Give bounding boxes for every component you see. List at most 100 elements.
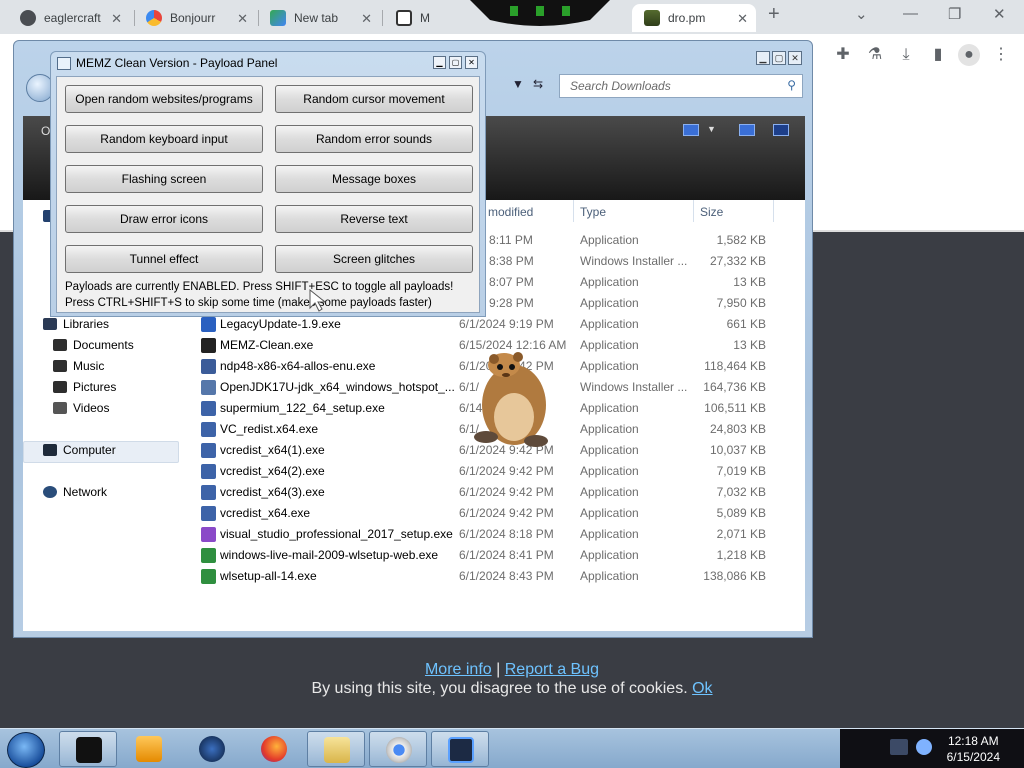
explorer-close-icon[interactable]: ✕ (788, 51, 802, 65)
window-app-icon (57, 57, 71, 70)
taskbar-app-firefox[interactable] (245, 731, 303, 767)
flashing-screen-button[interactable]: Flashing screen (65, 165, 263, 193)
file-row[interactable]: MEMZ-Clean.exe 6/15/2024 12:16 AM Applicat… (13, 335, 813, 356)
help-icon[interactable] (773, 124, 789, 136)
taskbar-app-media-player[interactable] (120, 731, 178, 767)
close-tab-icon[interactable]: ✕ (361, 11, 372, 27)
taskbar-app-explorer[interactable] (307, 731, 365, 767)
file-row[interactable]: visual_studio_professional_2017_setup.ex… (13, 524, 813, 545)
preview-pane-icon[interactable] (739, 124, 755, 136)
search-icon[interactable]: ⚲ (787, 78, 796, 92)
taskbar-app-chrome[interactable] (369, 731, 427, 767)
organize-label[interactable]: O (41, 124, 50, 138)
bonjourr-favicon-icon (146, 10, 162, 26)
taskbar-app-memz[interactable] (431, 731, 489, 767)
file-icon (201, 422, 216, 437)
close-tab-icon[interactable]: ✕ (111, 11, 122, 27)
file-size: 7,032 KB (716, 485, 766, 499)
file-type: Application (580, 464, 639, 478)
view-icon[interactable] (683, 124, 699, 136)
file-date-modified: 6/1/2024 8:18 PM (459, 527, 554, 541)
message-boxes-button[interactable]: Message boxes (275, 165, 473, 193)
file-date-modified: 6/1/2024 9:42 PM (459, 464, 554, 478)
more-info-link[interactable]: More info (425, 661, 492, 678)
draw-error-icons-button[interactable]: Draw error icons (65, 205, 263, 233)
file-row[interactable]: vcredist_x64(1).exe 6/1/2024 9:42 PM Appli… (13, 440, 813, 461)
file-name: VC_redist.x64.exe (220, 422, 319, 436)
file-row[interactable]: vcredist_x64.exe 6/1/2024 9:42 PM Applicat… (13, 503, 813, 524)
close-tab-icon[interactable]: ✕ (737, 11, 748, 27)
tab-bonjourr[interactable]: Bonjourr ✕ (134, 4, 256, 32)
memz-close-icon[interactable]: ✕ (465, 56, 478, 69)
extensions-icon[interactable]: ✚ (832, 44, 854, 66)
minimize-icon[interactable]: — (903, 5, 918, 22)
file-date-modified: 6/1/2024 8:43 PM (459, 569, 554, 583)
file-row[interactable]: OpenJDK17U-jdk_x64_windows_hotspot_... 6/… (13, 377, 813, 398)
file-name: OpenJDK17U-jdk_x64_windows_hotspot_... (220, 380, 455, 394)
column-separator[interactable] (573, 200, 574, 222)
file-name: wlsetup-all-14.exe (220, 569, 317, 583)
view-dropdown-icon[interactable]: ▼ (707, 124, 716, 134)
firefox-icon (261, 736, 287, 762)
tab-new-tab[interactable]: New tab ✕ (258, 4, 380, 32)
side-panel-icon[interactable]: ▮ (927, 44, 949, 66)
memz-minimize-icon[interactable]: ▁ (433, 56, 446, 69)
download-icon[interactable]: ⤓ (895, 44, 917, 66)
file-row[interactable]: supermium_122_64_setup.exe 6/14/Applicati… (13, 398, 813, 419)
taskbar-app-browser[interactable] (183, 731, 241, 767)
explorer-maximize-icon[interactable]: ▢ (772, 51, 786, 65)
address-dropdown-icon[interactable]: ▼ (512, 77, 524, 91)
file-icon (201, 548, 216, 563)
labs-icon[interactable]: ⚗ (864, 44, 886, 66)
column-separator[interactable] (773, 200, 774, 222)
new-tab-button[interactable]: + (768, 3, 780, 26)
file-row[interactable]: wlsetup-all-14.exe 6/1/2024 8:43 PM Applic… (13, 566, 813, 587)
screen-glitches-button[interactable]: Screen glitches (275, 245, 473, 273)
refresh-icon[interactable]: ⇆ (533, 77, 543, 91)
file-date-modified: 6/1/2024 9:19 PM (459, 317, 554, 331)
close-window-icon[interactable]: ✕ (993, 5, 1006, 23)
explorer-minimize-icon[interactable]: ▁ (756, 51, 770, 65)
reverse-text-button[interactable]: Reverse text (275, 205, 473, 233)
windows-taskbar: 12:18 AM 6/15/2024 (0, 728, 1024, 768)
taskbar-clock[interactable]: 12:18 AM 6/15/2024 (947, 733, 1000, 765)
file-type: Application (580, 485, 639, 499)
file-row[interactable]: VC_redist.x64.exe 6/1/Application 24,803 K… (13, 419, 813, 440)
taskbar-app-terminal[interactable] (59, 731, 117, 767)
tab-m[interactable]: M (384, 4, 484, 32)
file-row[interactable]: windows-live-mail-2009-wlsetup-web.exe 6/… (13, 545, 813, 566)
tray-display-icon[interactable] (890, 739, 908, 755)
memz-maximize-icon[interactable]: ▢ (449, 56, 462, 69)
file-row[interactable]: vcredist_x64(3).exe 6/1/2024 9:42 PM Appli… (13, 482, 813, 503)
cookie-ok-link[interactable]: Ok (692, 680, 712, 697)
file-icon (201, 485, 216, 500)
tab-title: New tab (294, 11, 339, 25)
report-bug-link[interactable]: Report a Bug (505, 661, 599, 678)
open-random-websites-button[interactable]: Open random websites/programs (65, 85, 263, 113)
tab-title: dro.pm (668, 11, 706, 25)
file-name: windows-live-mail-2009-wlsetup-web.exe (220, 548, 439, 562)
file-row[interactable]: ndp48-x86-x64-allos-enu.exe6/1/2024 9:42… (13, 356, 813, 377)
close-tab-icon[interactable]: ✕ (237, 11, 248, 27)
tunnel-effect-button[interactable]: Tunnel effect (65, 245, 263, 273)
tray-network-icon[interactable] (916, 739, 932, 755)
tab-eaglercraft[interactable]: eaglercraft ✕ (8, 4, 130, 32)
tab-dro-pm[interactable]: dro.pm ✕ (632, 4, 756, 32)
kebab-menu-icon[interactable]: ⋮ (990, 44, 1012, 66)
file-row[interactable]: vcredist_x64(2).exe 6/1/2024 9:42 PM Appli… (13, 461, 813, 482)
tab-search-icon[interactable]: ⌄ (855, 5, 868, 23)
random-keyboard-input-button[interactable]: Random keyboard input (65, 125, 263, 153)
search-input[interactable]: Search Downloads ⚲ (559, 74, 803, 98)
random-cursor-movement-button[interactable]: Random cursor movement (275, 85, 473, 113)
profile-icon[interactable]: ● (958, 44, 980, 66)
column-header-modified[interactable]: modified (488, 205, 533, 219)
random-error-sounds-button[interactable]: Random error sounds (275, 125, 473, 153)
file-row[interactable]: LegacyUpdate-1.9.exe 6/1/2024 9:19 PM Appl… (13, 314, 813, 335)
file-size: 106,511 KB (704, 401, 766, 415)
column-header-size[interactable]: Size (700, 205, 723, 219)
restore-icon[interactable]: ❐ (948, 5, 961, 23)
column-header-type[interactable]: Type (580, 205, 606, 219)
file-name: supermium_122_64_setup.exe (220, 401, 385, 415)
start-button[interactable] (7, 732, 45, 768)
column-separator[interactable] (693, 200, 694, 222)
